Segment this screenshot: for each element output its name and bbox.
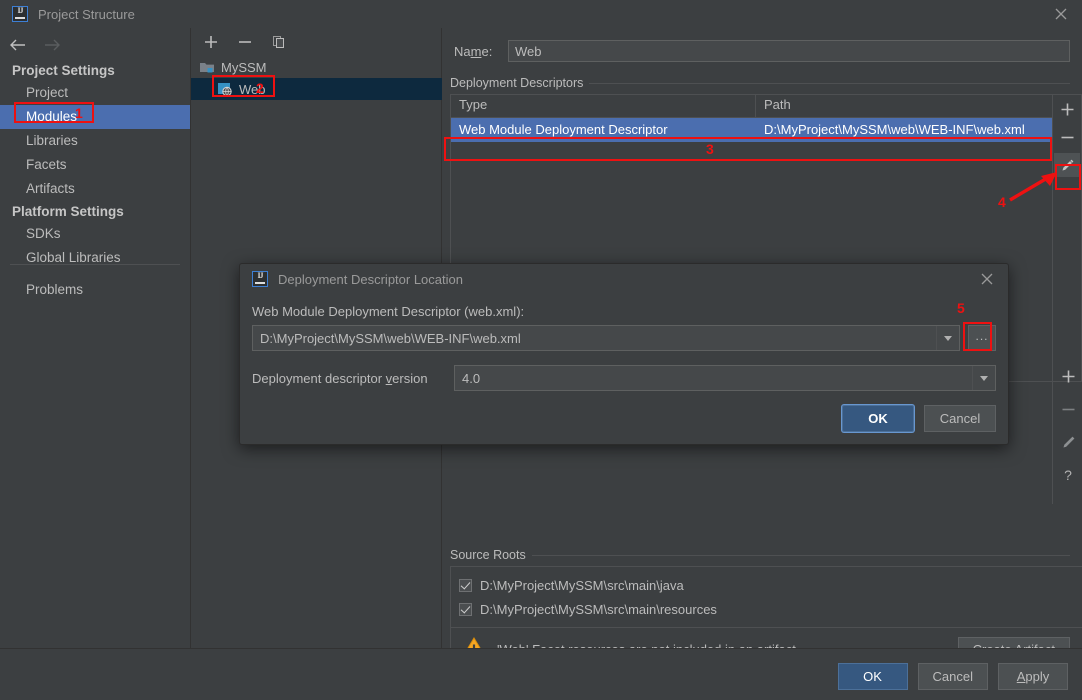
descriptor-path-label: Web Module Deployment Descriptor (web.xm… [252,304,525,319]
module-name-row: Name: Web [442,28,1082,62]
project-folder-icon [199,60,215,74]
group-divider-line [531,554,1070,556]
remove-descriptor-button[interactable] [1054,125,1080,149]
cancel-button[interactable]: Cancel [917,663,988,690]
close-icon[interactable] [1054,7,1068,21]
table-header-row: Type Path [451,95,1052,118]
list-item[interactable]: D:\MyProject\MySSM\src\main\java [459,573,1082,597]
web-facet-icon [217,81,233,97]
dialog-body: Web Module Deployment Descriptor (web.xm… [240,294,1008,391]
module-name-label: Name: [454,43,493,59]
table-row[interactable]: Web Module Deployment Descriptor D:\MyPr… [451,118,1052,142]
source-roots-list: D:\MyProject\MySSM\src\main\java D:\MyPr… [450,566,1082,628]
sidebar-divider [10,264,180,265]
descriptor-version-value: 4.0 [462,370,481,386]
sidebar-item-libraries[interactable]: Libraries [0,129,190,153]
add-button[interactable] [1055,364,1081,388]
dialog-close-icon[interactable] [980,272,994,286]
back-arrow-icon[interactable] [8,35,28,55]
deployment-descriptors-title: Deployment Descriptors [450,76,584,90]
browse-button[interactable]: ... [968,325,996,351]
help-button[interactable]: ? [1055,463,1081,487]
sidebar-item-global-libraries[interactable]: Global Libraries [0,246,190,270]
source-root-label: D:\MyProject\MySSM\src\main\java [480,577,684,593]
project-structure-window: Project Structure Project Settings Proje… [0,0,1082,700]
source-root-label: D:\MyProject\MySSM\src\main\resources [480,601,717,617]
descriptor-path-value: D:\MyProject\MySSM\web\WEB-INF\web.xml [260,330,521,346]
dialog-titlebar: Deployment Descriptor Location [240,264,1008,294]
section-heading-platform-settings: Platform Settings [12,204,124,219]
column-header-path: Path [764,97,791,112]
sidebar-item-sdks[interactable]: SDKs [0,222,190,246]
descriptor-version-row: Deployment descriptor version 4.0 [252,365,996,391]
module-tree-toolbar [191,28,441,56]
dialog-ok-button[interactable]: OK [842,405,914,432]
tree-node-label: MySSM [221,59,267,75]
deployment-descriptor-location-dialog: Deployment Descriptor Location Web Modul… [239,263,1009,445]
tree-node-myssm[interactable]: MySSM [191,56,441,78]
intellij-logo-icon [252,271,268,287]
source-roots-group-header: Source Roots [450,548,1082,562]
footer-buttons: OK Cancel Apply [837,663,1068,690]
question-mark-icon: ? [1064,467,1072,483]
deployment-descriptors-group-header: Deployment Descriptors [450,76,1082,90]
dialog-title: Deployment Descriptor Location [278,271,463,287]
edit-descriptor-button[interactable] [1054,153,1080,177]
checkbox-checked-icon[interactable] [459,578,472,592]
sidebar-item-artifacts[interactable]: Artifacts [0,177,190,201]
descriptor-side-buttons [1052,94,1082,382]
list-item[interactable]: D:\MyProject\MySSM\src\main\resources [459,597,1082,621]
dialog-cancel-button[interactable]: Cancel [924,405,996,432]
column-header-type: Type [451,95,756,117]
source-roots-title: Source Roots [450,548,526,562]
window-title: Project Structure [38,6,135,22]
apply-button[interactable]: Apply [998,663,1068,690]
sidebar-item-project[interactable]: Project [0,81,190,105]
forward-arrow-icon[interactable] [42,35,62,55]
add-module-icon[interactable] [203,34,219,50]
remove-module-icon[interactable] [237,34,253,50]
copy-module-icon[interactable] [271,34,287,50]
tree-node-label: Web [239,81,266,97]
cell-type: Web Module Deployment Descriptor [459,122,668,137]
chevron-down-icon[interactable] [936,326,959,350]
intellij-logo-icon [12,6,28,22]
settings-sidebar: Project Settings Project Modules Librari… [0,28,191,648]
sidebar-nav-arrows [0,28,198,62]
sidebar-item-modules[interactable]: Modules [0,105,190,129]
cell-path: D:\MyProject\MySSM\web\WEB-INF\web.xml [764,122,1025,137]
checkbox-checked-icon[interactable] [459,602,472,616]
chevron-down-icon[interactable] [972,366,995,390]
descriptor-path-row: D:\MyProject\MySSM\web\WEB-INF\web.xml .… [252,325,996,351]
add-descriptor-button[interactable] [1054,97,1080,121]
dialog-buttons: OK Cancel [842,405,996,432]
window-footer: OK Cancel Apply [0,648,1082,700]
descriptor-path-combobox[interactable]: D:\MyProject\MySSM\web\WEB-INF\web.xml [252,325,960,351]
remove-button[interactable] [1055,397,1081,421]
section-heading-project-settings: Project Settings [12,63,115,78]
ok-button[interactable]: OK [837,663,908,690]
edit-button[interactable] [1055,430,1081,454]
tree-node-web[interactable]: Web [191,78,467,100]
group-divider-line [589,82,1070,84]
secondary-panel-side-buttons: ? [1052,360,1082,504]
module-name-input[interactable]: Web [508,40,1070,62]
sidebar-item-facets[interactable]: Facets [0,153,190,177]
sidebar-item-problems[interactable]: Problems [0,278,190,302]
descriptor-version-combobox[interactable]: 4.0 [454,365,996,391]
descriptor-version-label: Deployment descriptor version [252,370,428,386]
window-titlebar: Project Structure [0,0,1082,29]
